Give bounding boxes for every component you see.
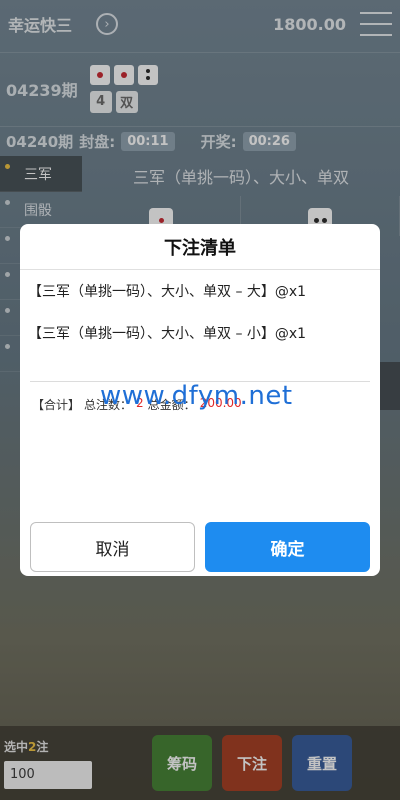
confirm-button[interactable]: 确定	[205, 522, 370, 572]
cancel-button[interactable]: 取消	[30, 522, 195, 572]
list-item: 【三军（单挑一码）、大小、单双 – 大】@x1	[28, 284, 307, 300]
bet-list: 【三军（单挑一码）、大小、单双 – 大】@x1 【三军（单挑一码）、大小、单双 …	[28, 270, 370, 382]
list-item: 【三军（单挑一码）、大小、单双 – 小】@x1	[28, 326, 307, 342]
summary-label: 【合计】	[32, 398, 81, 412]
dialog-title: 下注清单	[20, 224, 380, 270]
watermark-text: www.dfym.net	[100, 381, 293, 411]
